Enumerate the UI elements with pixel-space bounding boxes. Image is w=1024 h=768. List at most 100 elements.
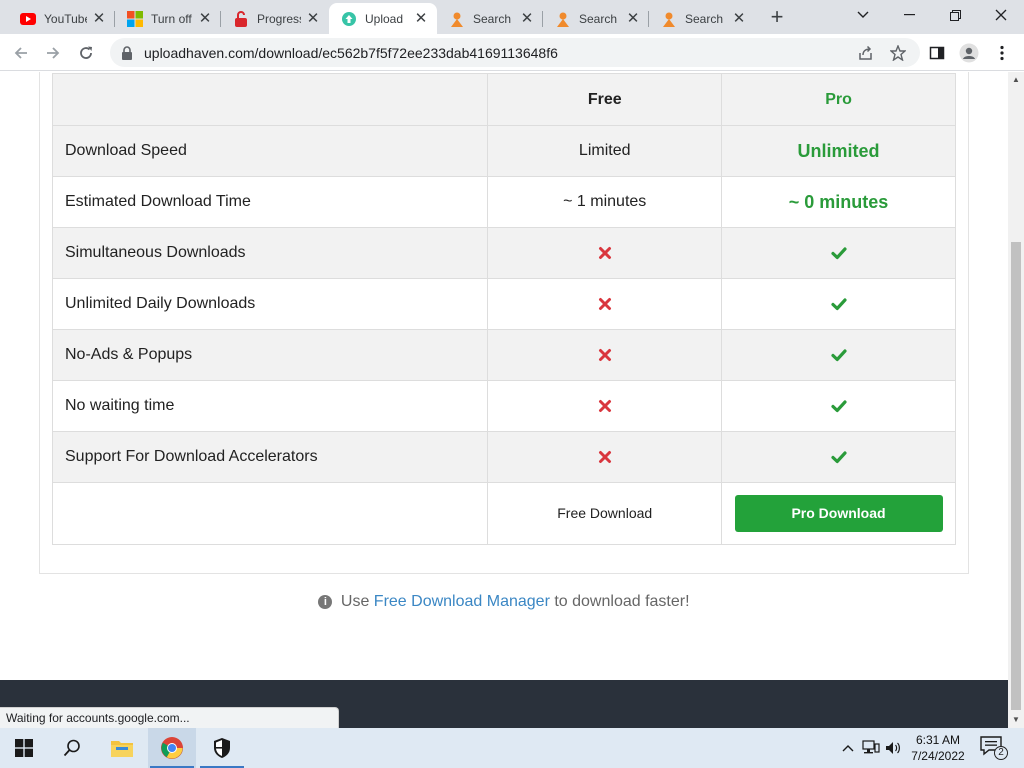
- reload-button[interactable]: [73, 40, 99, 66]
- side-panel-icon: [929, 46, 945, 60]
- chrome-icon: [161, 737, 183, 759]
- feature-label: Unlimited Daily Downloads: [51, 278, 489, 330]
- tab-uploadhaven[interactable]: Upload ✕: [329, 3, 437, 34]
- check-icon: [830, 349, 847, 361]
- table-header-empty: [51, 73, 489, 126]
- feature-label: Estimated Download Time: [51, 176, 489, 228]
- chrome-taskbar-button[interactable]: [148, 728, 196, 768]
- tab-youtube[interactable]: YouTube ✕: [8, 3, 115, 34]
- back-button[interactable]: [8, 40, 34, 66]
- feature-label: Download Speed: [51, 125, 489, 177]
- network-icon: [862, 740, 880, 754]
- tab-title: Turn off: [151, 11, 192, 26]
- close-window-button[interactable]: [978, 0, 1024, 30]
- side-panel-button[interactable]: [926, 42, 948, 64]
- close-icon[interactable]: ✕: [91, 10, 107, 27]
- restore-button[interactable]: [932, 0, 978, 30]
- download-manager-hint: i Use Free Download Manager to download …: [0, 593, 1008, 611]
- progress-icon: [233, 10, 249, 27]
- new-tab-button[interactable]: +: [764, 6, 790, 28]
- close-icon[interactable]: ✕: [305, 10, 321, 27]
- download-buttons-row: Free Download Pro Download: [51, 482, 956, 545]
- volume-button[interactable]: [884, 738, 904, 758]
- scrollbar-thumb[interactable]: [1011, 242, 1021, 710]
- empty-cell: [51, 482, 489, 545]
- windows-icon: [15, 739, 33, 757]
- free-cell: [487, 329, 723, 381]
- security-taskbar-button[interactable]: [198, 728, 246, 768]
- show-hidden-icons-button[interactable]: [838, 738, 858, 758]
- pro-download-button[interactable]: Pro Download: [734, 495, 943, 532]
- feature-label: No waiting time: [51, 380, 489, 432]
- tab-strip: YouTube ✕ Turn off ✕ Progress ✕ Upload ✕…: [0, 0, 1024, 34]
- pro-cell: [721, 380, 956, 432]
- notification-center-button[interactable]: 2: [980, 736, 1008, 760]
- tab-search-3[interactable]: Search ✕: [649, 3, 755, 34]
- minimize-icon: [903, 14, 915, 16]
- header-free: Free: [487, 73, 723, 126]
- tab-title: Upload: [365, 11, 404, 26]
- tab-turn-off[interactable]: Turn off ✕: [115, 3, 221, 34]
- profile-button[interactable]: [958, 42, 980, 64]
- share-icon: [859, 45, 872, 60]
- free-cell: [487, 278, 723, 330]
- status-bar: Waiting for accounts.google.com...: [0, 707, 339, 728]
- free-download-button[interactable]: Free Download: [557, 505, 652, 521]
- check-icon: [830, 247, 847, 259]
- system-clock[interactable]: 6:31 AM 7/24/2022: [906, 732, 970, 764]
- tab-title: Search: [579, 11, 618, 26]
- pro-download-cell: Pro Download: [721, 482, 956, 545]
- check-icon: [830, 298, 847, 310]
- scroll-up-icon[interactable]: ▲: [1008, 72, 1024, 88]
- windows-taskbar: 6:31 AM 7/24/2022 2: [0, 728, 1024, 768]
- taskbar-search-button[interactable]: [48, 728, 96, 768]
- table-row: Download Speed Limited Unlimited: [51, 125, 956, 177]
- microsoft-icon: [127, 10, 143, 27]
- close-icon[interactable]: ✕: [731, 10, 747, 27]
- pro-cell: [721, 278, 956, 330]
- free-cell: [487, 380, 723, 432]
- table-row: Unlimited Daily Downloads: [51, 278, 956, 330]
- feature-label: Support For Download Accelerators: [51, 431, 489, 483]
- table-row: Estimated Download Time ~ 1 minutes ~ 0 …: [51, 176, 956, 228]
- url-text[interactable]: uploadhaven.com/download/ec562b7f5f72ee2…: [144, 45, 920, 61]
- tab-search-1[interactable]: Search ✕: [437, 3, 543, 34]
- cross-icon: [598, 246, 611, 259]
- file-explorer-button[interactable]: [98, 728, 146, 768]
- pro-cell: [721, 227, 956, 279]
- tab-title: Search: [473, 11, 512, 26]
- close-icon[interactable]: ✕: [197, 10, 213, 27]
- table-header-row: Free Pro: [51, 73, 956, 126]
- notification-count-badge: 2: [994, 746, 1008, 760]
- vertical-scrollbar[interactable]: ▲ ▼: [1008, 72, 1024, 728]
- shield-icon: [214, 738, 230, 758]
- clock-time: 6:31 AM: [915, 733, 961, 747]
- tab-search-2[interactable]: Search ✕: [543, 3, 649, 34]
- scroll-down-icon[interactable]: ▼: [1008, 712, 1024, 728]
- tab-search-dropdown[interactable]: [840, 0, 886, 30]
- tab-progress[interactable]: Progress ✕: [221, 3, 329, 34]
- address-bar[interactable]: uploadhaven.com/download/ec562b7f5f72ee2…: [110, 38, 920, 67]
- forward-button[interactable]: [40, 40, 66, 66]
- uploadhaven-icon: [341, 11, 357, 27]
- tab-title: Progress: [257, 11, 301, 26]
- close-icon[interactable]: ✕: [413, 10, 429, 27]
- start-button[interactable]: [0, 728, 48, 768]
- close-icon[interactable]: ✕: [519, 10, 535, 27]
- free-value: Limited: [487, 125, 723, 177]
- minimize-button[interactable]: [886, 0, 932, 30]
- free-download-manager-link[interactable]: Free Download Manager: [374, 593, 550, 610]
- close-icon[interactable]: ✕: [625, 10, 641, 27]
- chevron-down-icon: [857, 11, 869, 18]
- lock-icon[interactable]: [120, 45, 134, 60]
- share-button[interactable]: [855, 42, 877, 64]
- menu-button[interactable]: [991, 42, 1013, 64]
- search-site-icon: [661, 11, 677, 27]
- arrow-left-icon: [14, 47, 27, 59]
- free-cell: [487, 227, 723, 279]
- star-icon: [890, 45, 906, 61]
- cross-icon: [598, 348, 611, 361]
- network-button[interactable]: [861, 738, 881, 758]
- bookmark-button[interactable]: [887, 42, 909, 64]
- arrow-right-icon: [47, 47, 60, 59]
